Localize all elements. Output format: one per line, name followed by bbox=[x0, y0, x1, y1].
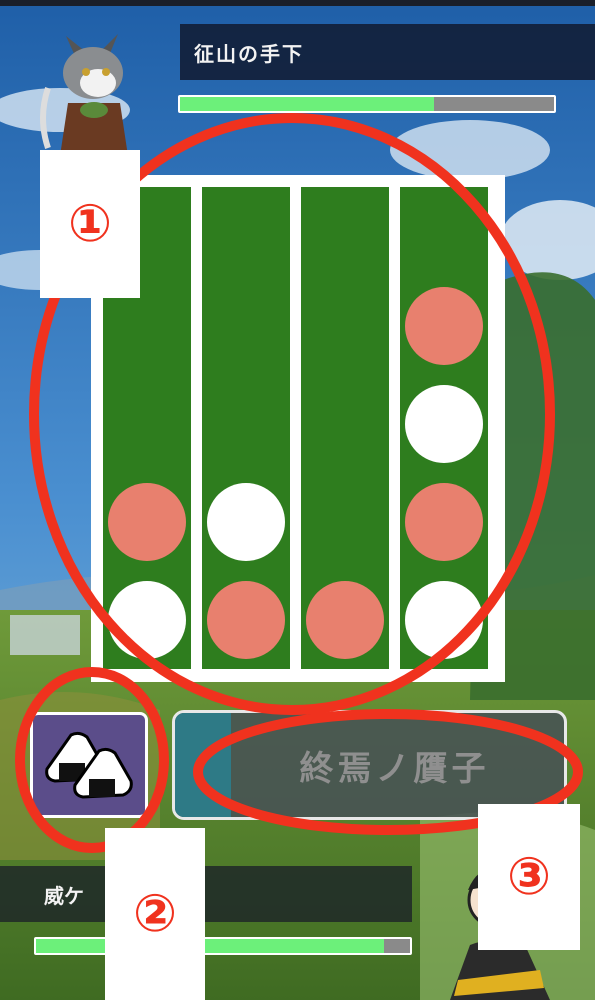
player-name-plate: 威ケ bbox=[0, 866, 412, 922]
skill-accent bbox=[175, 713, 231, 817]
player-hp-bar bbox=[34, 937, 412, 955]
white-piece bbox=[207, 483, 285, 561]
skill-label: 終焉ノ贋子 bbox=[299, 748, 490, 789]
top-status-strip bbox=[0, 0, 595, 6]
enemy-name-plate: 征山の手下 bbox=[180, 24, 595, 80]
player-hp-fill bbox=[36, 939, 384, 953]
board-column-3[interactable] bbox=[301, 187, 389, 669]
callout-label-2: ② bbox=[105, 828, 205, 1000]
white-piece bbox=[405, 385, 483, 463]
pink-piece bbox=[405, 483, 483, 561]
enemy-hp-bar bbox=[178, 95, 556, 113]
pink-piece bbox=[207, 581, 285, 659]
enemy-hp-fill bbox=[180, 97, 435, 111]
callout-label-1: ① bbox=[40, 150, 140, 298]
enemy-name: 征山の手下 bbox=[194, 41, 304, 66]
white-piece bbox=[108, 581, 186, 659]
callout-label-3: ③ bbox=[478, 804, 580, 950]
board-column-2[interactable] bbox=[202, 187, 290, 669]
white-piece bbox=[405, 581, 483, 659]
game-board bbox=[91, 175, 505, 682]
board-column-4[interactable] bbox=[400, 187, 488, 669]
pink-piece bbox=[108, 483, 186, 561]
pink-piece bbox=[405, 287, 483, 365]
pink-piece bbox=[306, 581, 384, 659]
item-button[interactable] bbox=[30, 712, 148, 818]
player-name: 威ケ bbox=[44, 883, 84, 908]
onigiri-icon bbox=[45, 731, 133, 799]
enemy-portrait bbox=[40, 34, 128, 156]
